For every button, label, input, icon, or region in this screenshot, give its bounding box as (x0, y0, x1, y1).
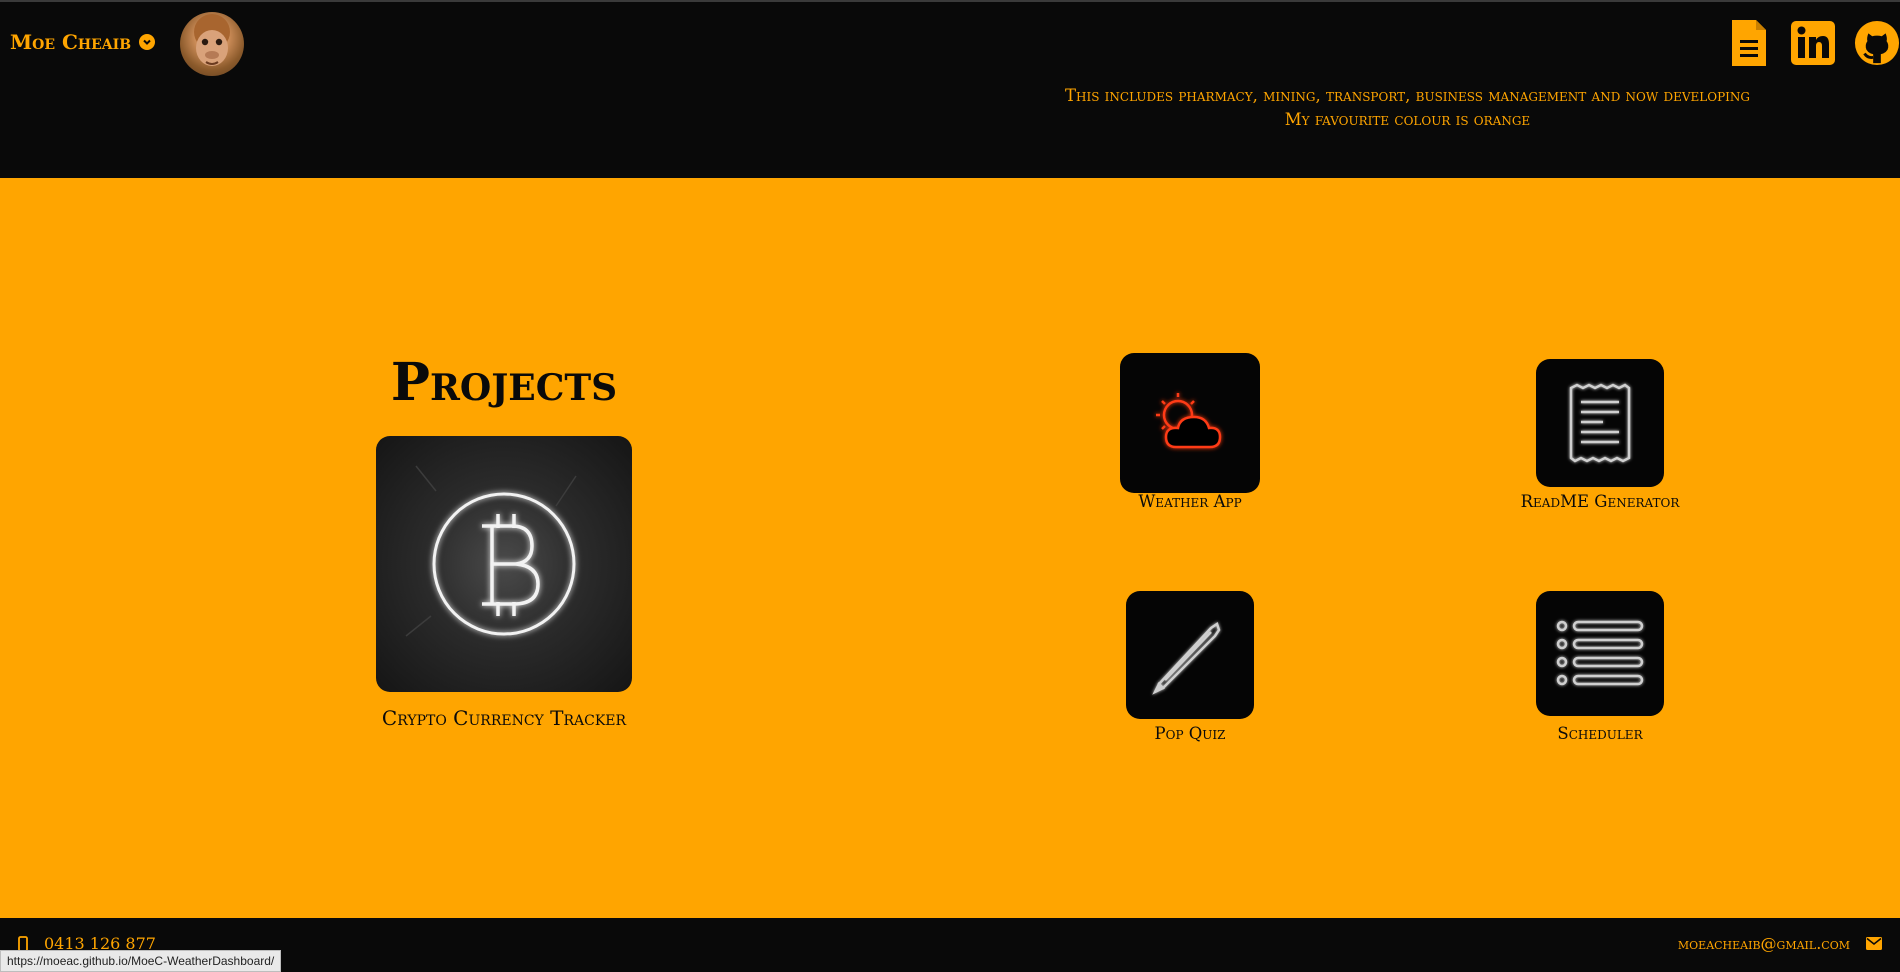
readme-generator-label[interactable]: ReadME Generator (1470, 492, 1730, 511)
github-icon[interactable] (1854, 18, 1900, 68)
chevron-down-icon (139, 34, 156, 50)
social-links (1726, 18, 1900, 68)
envelope-icon (1866, 937, 1882, 950)
scheduler-card[interactable] (1536, 591, 1664, 716)
email-address: moeacheaib@gmail.com (1677, 934, 1850, 953)
weather-app-card[interactable] (1120, 353, 1260, 493)
pop-quiz-label[interactable]: Pop Quiz (1060, 724, 1320, 743)
pencil-icon (1152, 622, 1221, 695)
resume-document-icon[interactable] (1726, 18, 1772, 68)
bitcoin-neon-icon (405, 465, 577, 637)
readme-generator-card[interactable] (1536, 359, 1664, 487)
site-footer: 0413 126 877 moeacheaib@gmail.com (0, 918, 1900, 972)
name-dropdown[interactable]: Moe Cheaib (10, 30, 156, 54)
tagline: This includes pharmacy, mining, transpor… (980, 84, 1835, 132)
tagline-line: My favourite colour is orange (1284, 110, 1531, 129)
weather-app-label[interactable]: Weather App (1060, 492, 1320, 511)
pop-quiz-card[interactable] (1126, 591, 1254, 719)
site-name: Moe Cheaib (10, 30, 132, 54)
site-header: Moe Cheaib This includes pharmacy, minin… (0, 0, 1900, 178)
receipt-document-icon (1569, 383, 1631, 463)
list-icon (1556, 620, 1644, 685)
section-title: Projects (390, 352, 618, 413)
status-bar-url: https://moeac.github.io/MoeC-WeatherDash… (0, 950, 282, 972)
email-contact[interactable]: moeacheaib@gmail.com (1678, 934, 1882, 953)
tagline-line: This includes pharmacy, mining, transpor… (1064, 86, 1750, 105)
scheduler-label[interactable]: Scheduler (1470, 724, 1730, 743)
linkedin-icon[interactable] (1790, 18, 1836, 68)
crypto-tracker-label[interactable]: Crypto Currency Tracker (300, 706, 708, 730)
crypto-tracker-card[interactable] (376, 436, 632, 692)
weather-cloud-sun-icon (1156, 393, 1222, 449)
avatar (180, 12, 244, 76)
